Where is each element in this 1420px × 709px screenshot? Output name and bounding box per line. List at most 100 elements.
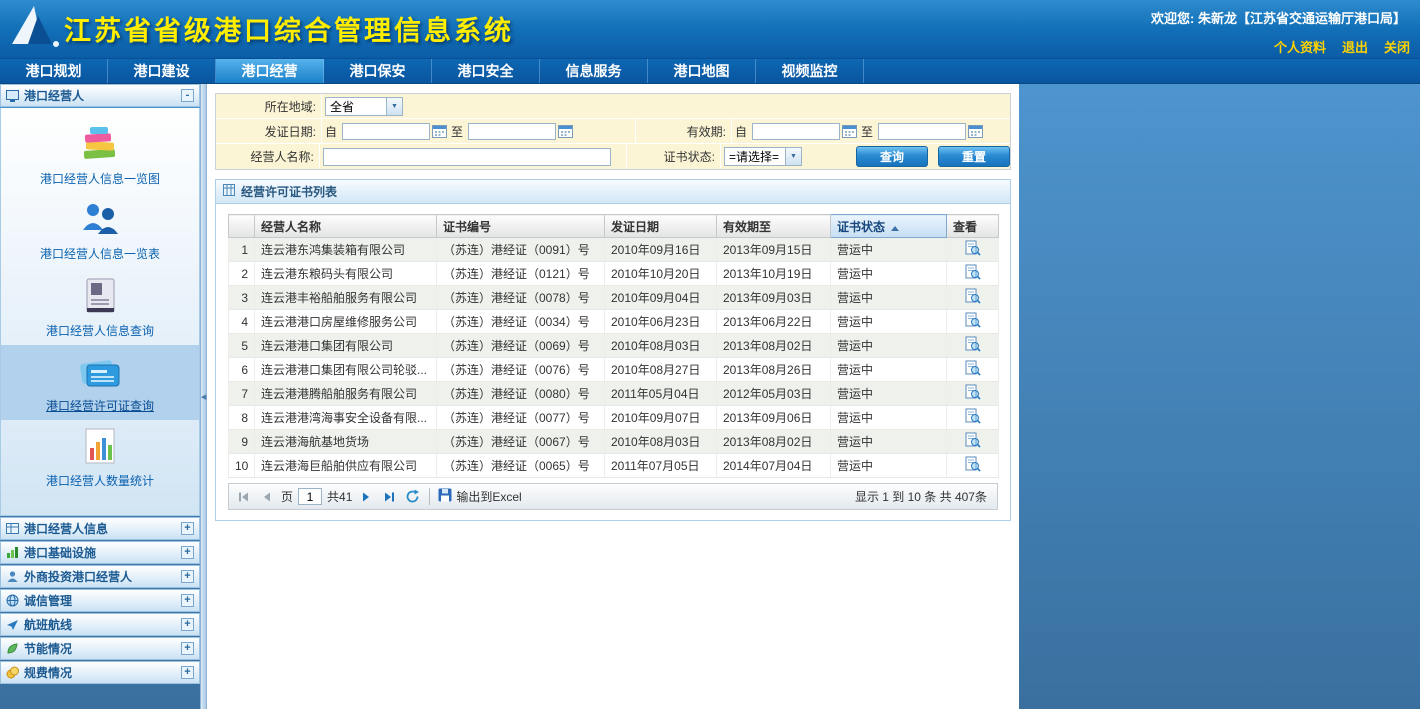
page-input[interactable] bbox=[298, 488, 322, 505]
save-icon bbox=[438, 488, 452, 505]
column-header-status[interactable]: 证书状态 bbox=[831, 215, 947, 238]
sidebar-item-license-query[interactable]: 港口经营许可证查询 bbox=[1, 345, 199, 420]
sidebar-panel-integrity[interactable]: 诚信管理 + bbox=[0, 589, 200, 612]
issue-date-from-input[interactable] bbox=[342, 123, 430, 140]
view-detail-icon[interactable] bbox=[965, 264, 981, 280]
table-row[interactable]: 7 连云港港腾船舶服务有限公司 （苏连）港经证（0080）号 2011年05月0… bbox=[229, 382, 999, 406]
operator-name-cell: 连云港港湾海事安全设备有限... bbox=[255, 406, 437, 430]
expand-button[interactable]: + bbox=[181, 618, 194, 631]
sidebar-item-info-query[interactable]: 港口经营人信息查询 bbox=[1, 268, 199, 345]
view-detail-icon[interactable] bbox=[965, 240, 981, 256]
calendar-icon[interactable] bbox=[967, 123, 984, 139]
row-number: 7 bbox=[229, 382, 255, 406]
nav-tab[interactable]: 港口经营 bbox=[216, 59, 324, 83]
valid-until-cell: 2013年10月19日 bbox=[717, 262, 831, 286]
people-icon bbox=[1, 200, 199, 240]
sidebar-item-overview-table[interactable]: 港口经营人信息一览表 bbox=[1, 193, 199, 268]
issue-date-cell: 2010年09月16日 bbox=[605, 238, 717, 262]
nav-tab[interactable]: 信息服务 bbox=[540, 59, 648, 83]
calendar-icon[interactable] bbox=[557, 123, 574, 139]
calendar-icon[interactable] bbox=[841, 123, 858, 139]
table-row[interactable]: 5 连云港港口集团有限公司 （苏连）港经证（0069）号 2010年08月03日… bbox=[229, 334, 999, 358]
reset-button[interactable]: 重置 bbox=[938, 146, 1010, 167]
column-header-issue-date[interactable]: 发证日期 bbox=[605, 215, 717, 238]
header-link[interactable]: 退出 bbox=[1342, 37, 1368, 56]
sidebar-panel-fees[interactable]: 规费情况 + bbox=[0, 661, 200, 684]
sidebar-item-overview-map[interactable]: 港口经营人信息一览图 bbox=[1, 116, 199, 193]
table-row[interactable]: 8 连云港港湾海事安全设备有限... （苏连）港经证（0077）号 2010年0… bbox=[229, 406, 999, 430]
nav-tab[interactable]: 港口规划 bbox=[0, 59, 108, 83]
status-cell: 营运中 bbox=[831, 358, 947, 382]
sidebar-panel-operator-info[interactable]: 港口经营人信息 + bbox=[0, 517, 200, 540]
view-detail-icon[interactable] bbox=[965, 336, 981, 352]
header-link[interactable]: 关闭 bbox=[1384, 37, 1410, 56]
calendar-icon[interactable] bbox=[431, 123, 448, 139]
cert-no-cell: （苏连）港经证（0091）号 bbox=[437, 238, 605, 262]
table-row[interactable]: 2 连云港东粮码头有限公司 （苏连）港经证（0121）号 2010年10月20日… bbox=[229, 262, 999, 286]
expand-button[interactable]: + bbox=[181, 570, 194, 583]
expand-button[interactable]: + bbox=[181, 522, 194, 535]
table-row[interactable]: 6 连云港港口集团有限公司轮驳... （苏连）港经证（0076）号 2010年0… bbox=[229, 358, 999, 382]
expand-button[interactable]: + bbox=[181, 666, 194, 679]
table-row[interactable]: 9 连云港海航基地货场 （苏连）港经证（0067）号 2010年08月03日 2… bbox=[229, 430, 999, 454]
validity-from-input[interactable] bbox=[752, 123, 840, 140]
refresh-button[interactable] bbox=[403, 488, 421, 506]
column-header-cert-no[interactable]: 证书编号 bbox=[437, 215, 605, 238]
sidebar-item-statistics[interactable]: 港口经营人数量统计 bbox=[1, 420, 199, 495]
cert-status-select[interactable]: =请选择= ▼ bbox=[724, 147, 802, 166]
first-page-button[interactable] bbox=[235, 488, 253, 506]
valid-until-cell: 2013年08月02日 bbox=[717, 334, 831, 358]
sidebar-panel-operators[interactable]: 港口经营人 - bbox=[0, 84, 200, 107]
table-row[interactable]: 3 连云港丰裕船舶服务有限公司 （苏连）港经证（0078）号 2010年09月0… bbox=[229, 286, 999, 310]
prev-page-button[interactable] bbox=[258, 488, 276, 506]
valid-until-cell: 2013年09月06日 bbox=[717, 406, 831, 430]
column-header-name[interactable]: 经营人名称 bbox=[255, 215, 437, 238]
table-row[interactable]: 10 连云港海巨船舶供应有限公司 （苏连）港经证（0065）号 2011年07月… bbox=[229, 454, 999, 478]
id-card-icon bbox=[1, 275, 199, 317]
nav-tab[interactable]: 视频监控 bbox=[756, 59, 864, 83]
validity-to-input[interactable] bbox=[878, 123, 966, 140]
table-row[interactable]: 1 连云港东鸿集装箱有限公司 （苏连）港经证（0091）号 2010年09月16… bbox=[229, 238, 999, 262]
table-row[interactable]: 4 连云港港口房屋维修服务公司 （苏连）港经证（0034）号 2010年06月2… bbox=[229, 310, 999, 334]
sidebar-panel-routes[interactable]: 航班航线 + bbox=[0, 613, 200, 636]
operator-name-input[interactable] bbox=[323, 148, 611, 166]
next-page-button[interactable] bbox=[357, 488, 375, 506]
view-detail-icon[interactable] bbox=[965, 360, 981, 376]
chevron-down-icon: ▼ bbox=[386, 98, 402, 115]
expand-button[interactable]: + bbox=[181, 642, 194, 655]
issue-date-to-input[interactable] bbox=[468, 123, 556, 140]
collapse-button[interactable]: - bbox=[181, 89, 194, 102]
pagination-bar: 页 共41 bbox=[228, 483, 998, 510]
leaf-icon bbox=[6, 642, 19, 655]
view-detail-icon[interactable] bbox=[965, 408, 981, 424]
column-header-valid-until[interactable]: 有效期至 bbox=[717, 215, 831, 238]
nav-tab[interactable]: 港口地图 bbox=[648, 59, 756, 83]
header-link[interactable]: 个人资料 bbox=[1274, 37, 1326, 56]
operator-name-cell: 连云港港口房屋维修服务公司 bbox=[255, 310, 437, 334]
nav-tab[interactable]: 港口安全 bbox=[432, 59, 540, 83]
view-detail-icon[interactable] bbox=[965, 312, 981, 328]
row-number: 10 bbox=[229, 454, 255, 478]
region-select[interactable]: 全省 ▼ bbox=[325, 97, 403, 116]
export-excel-button[interactable]: 输出到Excel bbox=[438, 488, 521, 505]
sidebar-splitter[interactable]: ◀ bbox=[200, 84, 207, 709]
nav-tab[interactable]: 港口建设 bbox=[108, 59, 216, 83]
column-header-view[interactable]: 查看 bbox=[947, 215, 999, 238]
query-button[interactable]: 查询 bbox=[856, 146, 928, 167]
expand-button[interactable]: + bbox=[181, 594, 194, 607]
nav-tab-label: 港口安全 bbox=[458, 63, 514, 79]
sidebar-panel-foreign-investors[interactable]: 外商投资港口经营人 + bbox=[0, 565, 200, 588]
last-page-button[interactable] bbox=[380, 488, 398, 506]
region-label: 所在地域: bbox=[216, 94, 322, 119]
sidebar-panel-infrastructure[interactable]: 港口基础设施 + bbox=[0, 541, 200, 564]
nav-tab[interactable]: 港口保安 bbox=[324, 59, 432, 83]
sidebar-panel-energy[interactable]: 节能情况 + bbox=[0, 637, 200, 660]
view-detail-icon[interactable] bbox=[965, 384, 981, 400]
expand-button[interactable]: + bbox=[181, 546, 194, 559]
operator-name-label: 经营人名称: bbox=[216, 144, 320, 169]
view-detail-icon[interactable] bbox=[965, 432, 981, 448]
view-detail-icon[interactable] bbox=[965, 288, 981, 304]
license-card-icon bbox=[1, 352, 199, 392]
view-detail-icon[interactable] bbox=[965, 456, 981, 472]
valid-until-cell: 2014年07月04日 bbox=[717, 454, 831, 478]
